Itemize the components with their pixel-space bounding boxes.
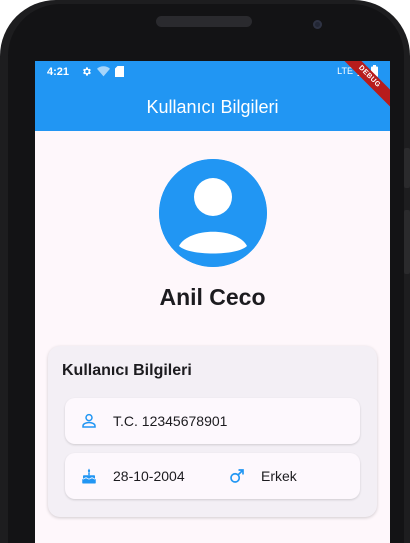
status-time: 4:21 [47,66,70,78]
birth-gender-row: 28-10-2004 Erkek [65,453,360,499]
status-icons [81,66,124,77]
app-screen: 4:21 LTE Kullanıcı Bilgileri DEBUG Anil … [35,61,390,543]
power-button [404,210,410,274]
phone-speaker [156,16,252,27]
wifi-icon [97,66,110,77]
cake-icon [82,468,96,484]
account-circle-icon [159,159,267,267]
app-bar: Kullanıcı Bilgileri [35,83,390,131]
phone-camera [313,20,322,29]
sim-card-icon [115,66,124,77]
user-info-card: Kullanıcı Bilgileri T.C. 12345678901 28-… [48,346,377,517]
person-icon [82,413,96,428]
male-icon [230,469,244,483]
gear-icon [83,67,91,76]
gender: Erkek [261,468,297,484]
tc-row: T.C. 12345678901 [65,398,360,444]
app-bar-title: Kullanıcı Bilgileri [146,96,279,117]
card-title: Kullanıcı Bilgileri [62,362,192,379]
volume-button [404,148,410,188]
user-name: Anil Ceco [159,284,266,310]
status-bar: 4:21 LTE [35,61,390,83]
birth-date: 28-10-2004 [113,468,185,484]
tc-number: T.C. 12345678901 [113,413,228,429]
